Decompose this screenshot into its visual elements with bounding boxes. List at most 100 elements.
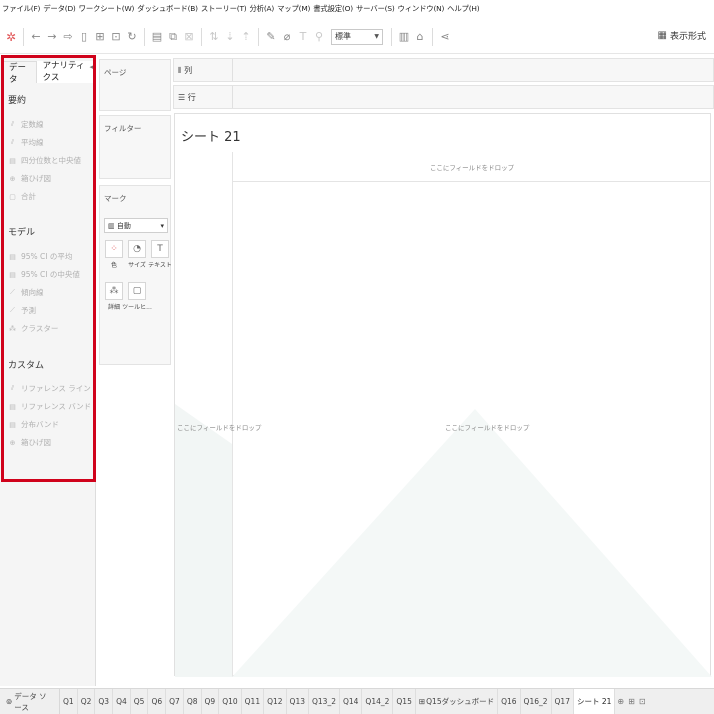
sort-descending-icon[interactable]: ⇡	[240, 28, 252, 46]
drop-zone-rows[interactable]: ここにフィールドをドロップ	[177, 422, 261, 432]
menu-map[interactable]: マップ(M)	[277, 3, 310, 14]
menu-help[interactable]: ヘルプ(H)	[447, 3, 479, 14]
redo-icon[interactable]: →	[46, 28, 58, 46]
tab-analytics[interactable]: アナリティクス	[36, 61, 96, 83]
drop-zone-columns[interactable]: ここにフィールドをドロップ	[233, 152, 711, 182]
labels-icon[interactable]: T	[297, 28, 309, 46]
sheet-tab-q12[interactable]: Q12	[264, 689, 287, 714]
color-button[interactable]: ⁘ 色	[103, 240, 125, 272]
sheet-tab-q5[interactable]: Q5	[131, 689, 149, 714]
analytics-item-average-line[interactable]: ⫽ 平均線	[8, 137, 44, 148]
duplicate-sheet-icon[interactable]: ⧉	[167, 28, 179, 46]
sheet-tab-q11[interactable]: Q11	[242, 689, 265, 714]
sheet-tab-q4[interactable]: Q4	[113, 689, 131, 714]
pages-card[interactable]: ページ	[99, 59, 171, 111]
mark-type-select[interactable]: ▥ 自動 ▾	[104, 218, 168, 233]
sheet-tab-q6[interactable]: Q6	[148, 689, 167, 714]
clear-sheet-icon[interactable]: ⊠	[183, 28, 195, 46]
analytics-item-box-plot[interactable]: ⊕ 箱ひげ図	[8, 173, 51, 184]
columns-shelf[interactable]: ⦀ 列	[173, 58, 714, 82]
rows-icon: ☰	[178, 93, 186, 102]
collapse-panel-icon[interactable]: ◂	[89, 63, 93, 71]
replay-icon[interactable]: ⇨	[62, 28, 74, 46]
reference-line-icon: ⫽	[10, 120, 15, 128]
sheet-tab-sheet-21[interactable]: シート 21	[573, 689, 616, 714]
show-cards-icon[interactable]: ▥	[398, 28, 410, 46]
sheet-tab-q7[interactable]: Q7	[166, 689, 184, 714]
menu-window[interactable]: ウィンドウ(N)	[398, 3, 445, 14]
analytics-item-average-ci[interactable]: ▤ 95% CI の平均	[8, 251, 72, 262]
new-sheet-icon[interactable]: ▤	[151, 28, 163, 46]
tableau-logo-icon[interactable]: ✲	[5, 28, 17, 46]
menu-server[interactable]: サーバー(S)	[356, 3, 395, 14]
sheet-tab-q3[interactable]: Q3	[95, 689, 114, 714]
shelves-column: ページ フィルター マーク ▥ 自動 ▾ ⁘ 色 ◔ サイズ T テキスト ⁂ …	[97, 57, 173, 686]
sheet-tab-q14-2[interactable]: Q14_2	[362, 689, 394, 714]
menu-data[interactable]: データ(D)	[43, 3, 76, 14]
sort-ascending-icon[interactable]: ⇣	[224, 28, 236, 46]
analytics-item-trend-line[interactable]: ⟋ 傾向線	[8, 287, 43, 298]
tab-data[interactable]: データ	[2, 61, 37, 85]
size-button[interactable]: ◔ サイズ	[126, 240, 148, 272]
show-me-button[interactable]: ▦ 表示形式	[658, 29, 706, 42]
menu-dashboard[interactable]: ダッシュボード(B)	[137, 3, 198, 14]
dashboard-icon: ⊞	[418, 697, 426, 706]
analytics-item-custom-box-plot[interactable]: ⊕ 箱ひげ図	[8, 437, 51, 448]
sheet-tab-q16[interactable]: Q16	[498, 689, 521, 714]
sheet-tab-q17[interactable]: Q17	[552, 689, 574, 714]
menu-worksheet[interactable]: ワークシート(W)	[79, 3, 135, 14]
analytics-item-constant-line[interactable]: ⫽ 定数線	[8, 119, 44, 130]
rows-shelf[interactable]: ☰ 行	[173, 85, 714, 109]
sheet-tab-q1[interactable]: Q1	[60, 689, 78, 714]
refresh-icon[interactable]: ↻	[126, 28, 138, 46]
show-me-label: 表示形式	[669, 32, 706, 42]
sheet-tab-q13[interactable]: Q13	[287, 689, 309, 714]
sheet-tab-q10[interactable]: Q10	[219, 689, 242, 714]
sheet-tab-q8[interactable]: Q8	[184, 689, 202, 714]
sheet-tab-q14[interactable]: Q14	[340, 689, 363, 714]
pause-updates-icon[interactable]: ⊡	[110, 28, 122, 46]
rows-shelf-label: ☰ 行	[178, 93, 196, 102]
menu-story[interactable]: ストーリー(T)	[201, 3, 247, 14]
analytics-item-totals[interactable]: ▢ 合計	[8, 191, 36, 202]
new-worksheet-icon[interactable]: ⊕	[615, 697, 626, 706]
sheet-tab-q15-dashboard[interactable]: ⊞ Q15ダッシュボード	[416, 689, 499, 714]
menu-file[interactable]: ファイル(F)	[2, 3, 40, 14]
new-story-icon[interactable]: ⊡	[637, 697, 648, 706]
sheet-title[interactable]: シート 21	[181, 126, 241, 145]
menu-format[interactable]: 書式設定(O)	[313, 3, 353, 14]
analytics-item-cluster[interactable]: ⁂ クラスター	[8, 323, 58, 334]
sheet-tab-q16-2[interactable]: Q16_2	[521, 689, 552, 714]
save-icon[interactable]: ▯	[78, 28, 90, 46]
sheet-tab-q2[interactable]: Q2	[78, 689, 96, 714]
sheet-tab-q15[interactable]: Q15	[393, 689, 416, 714]
chevron-down-icon: ▾	[160, 221, 164, 230]
analytics-item-median-quartiles[interactable]: ▤ 四分位数と中央値	[8, 155, 81, 166]
menu-analysis[interactable]: 分析(A)	[249, 3, 274, 14]
detail-icon: ⁂	[105, 282, 123, 300]
filters-card[interactable]: フィルター	[99, 115, 171, 179]
new-dashboard-icon[interactable]: ⊞	[626, 697, 637, 706]
swap-icon[interactable]: ⇅	[208, 28, 220, 46]
data-source-tab[interactable]: ⊚ データ ソース	[0, 689, 60, 714]
analytics-item-forecast[interactable]: ⟋ 予測	[8, 305, 36, 316]
analytics-item-distribution-band[interactable]: ▤ 分布バンド	[8, 419, 59, 430]
analytics-item-reference-band[interactable]: ▤ リファレンス バンド	[8, 401, 91, 412]
tooltip-button[interactable]: ▢ ツールヒ...	[122, 282, 152, 314]
presentation-icon[interactable]: ⌂	[414, 28, 426, 46]
undo-icon[interactable]: ←	[30, 28, 42, 46]
share-icon[interactable]: ⋖	[439, 28, 451, 46]
analytics-item-median-ci[interactable]: ▤ 95% CI の中央値	[8, 269, 80, 280]
text-button[interactable]: T テキスト	[148, 240, 172, 272]
toolbar-divider	[432, 27, 433, 46]
group-icon[interactable]: ⌀	[281, 28, 293, 46]
new-datasource-icon[interactable]: ⊞	[94, 28, 106, 46]
sheet-tab-q13-2[interactable]: Q13_2	[309, 689, 340, 714]
highlight-icon[interactable]: ✎	[265, 28, 277, 46]
drop-zone-center[interactable]: ここにフィールドをドロップ	[445, 422, 529, 432]
sheet-tab-q9[interactable]: Q9	[202, 689, 220, 714]
fit-select[interactable]: 標準 ▼	[331, 28, 383, 45]
analytics-item-reference-line[interactable]: ⫽ リファレンス ライン	[8, 383, 91, 394]
pin-icon[interactable]: ⚲	[313, 28, 325, 46]
toolbar-divider	[23, 27, 24, 46]
